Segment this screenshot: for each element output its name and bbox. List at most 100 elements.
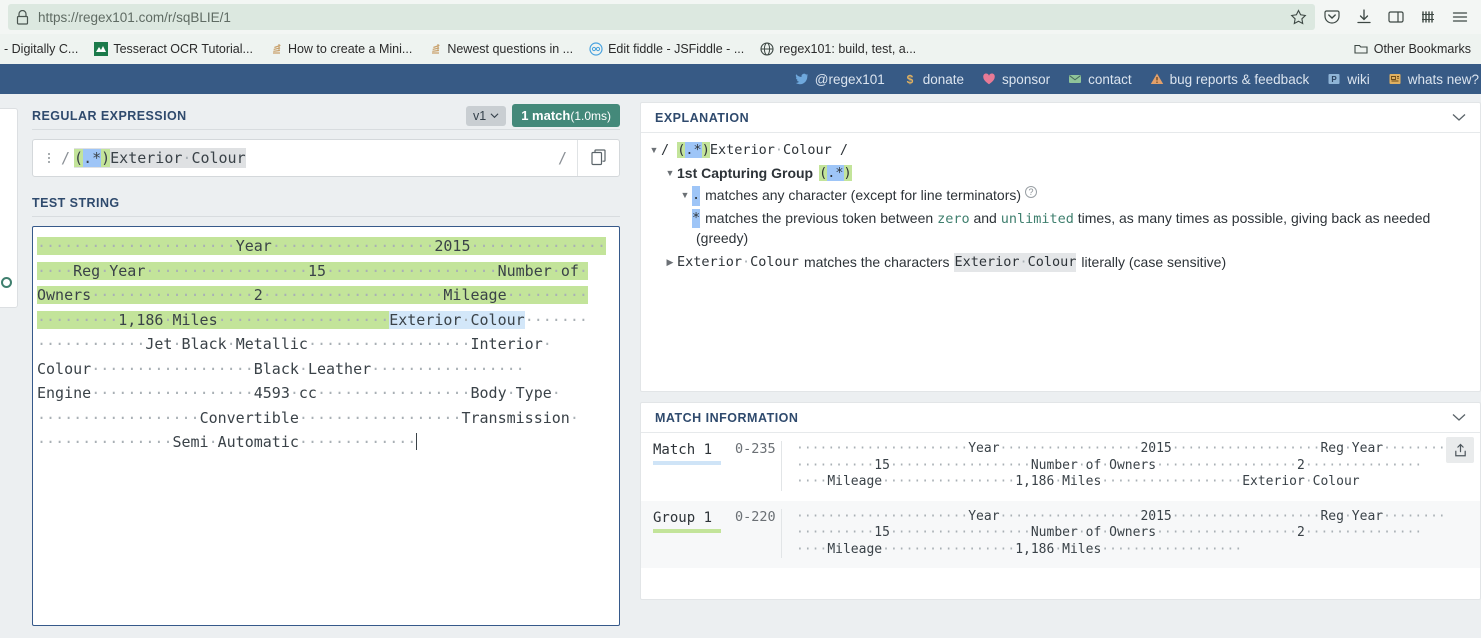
regex-open-slash: /: [61, 149, 71, 167]
bookmark-star-icon[interactable]: [1290, 8, 1307, 26]
regex-pattern[interactable]: (.*)Exterior·Colour: [74, 148, 246, 168]
test-string-line: ·········1,186·Miles···················E…: [37, 308, 615, 333]
match-information-panel: MATCH INFORMATION Match 1 0-235 ··········…: [640, 402, 1481, 600]
stackoverflow-icon: [428, 42, 442, 56]
regex-input-box[interactable]: / (.*)Exterior·Colour /: [32, 139, 620, 177]
test-string-line: ··················Convertible···········…: [37, 406, 615, 431]
match-information-header[interactable]: MATCH INFORMATION: [641, 403, 1480, 433]
left-rail: [0, 94, 20, 632]
test-string-segment: ····Reg·Year··················15········…: [37, 261, 588, 280]
explanation-panel: EXPLANATION ▼ / (.*)Exterior·Colour / ▼ …: [640, 102, 1481, 392]
nav-wiki[interactable]: P wiki: [1318, 72, 1379, 87]
export-matches-button[interactable]: [1446, 437, 1474, 463]
explanation-root-row[interactable]: ▼ / (.*)Exterior·Colour /: [647, 141, 1468, 161]
mail-icon: [1068, 72, 1082, 86]
explanation-literal-text-b: literally (case sensitive): [1081, 253, 1227, 270]
explanation-dot-text: matches any character (except for line t…: [705, 187, 1022, 203]
url-text: https://regex101.com/r/sqBLIE/1: [38, 9, 231, 25]
match-value-line: ······················Year··············…: [796, 508, 1446, 524]
explanation-literal-row[interactable]: ▶ Exterior·Colour matches the characters…: [663, 252, 1468, 272]
bookmark-item[interactable]: Edit fiddle - JSFiddle - ...: [581, 42, 752, 56]
bookmark-item[interactable]: - Digitally C...: [0, 42, 86, 56]
match-value-cell: ······················Year··············…: [781, 441, 1480, 491]
nav-label: @regex101: [814, 71, 885, 87]
warning-icon: [1150, 72, 1164, 86]
library-icon[interactable]: [1419, 8, 1437, 26]
test-string-line: Owners··················2···············…: [37, 283, 615, 308]
nav-whats-new[interactable]: whats new?: [1379, 72, 1481, 87]
downloads-icon[interactable]: [1355, 8, 1373, 26]
chevron-down-icon: [490, 113, 499, 119]
test-string-line: ···············Semi·Automatic···········…: [37, 430, 615, 455]
match-value-cell: ······················Year··············…: [781, 508, 1480, 558]
bookmarks-bar: - Digitally C... Tesseract OCR Tutorial.…: [0, 34, 1481, 64]
test-string-segment: ·······: [524, 310, 588, 329]
drag-handle-icon[interactable]: [41, 153, 57, 163]
svg-text:$: $: [906, 73, 913, 87]
bookmark-label: regex101: build, test, a...: [779, 42, 917, 56]
match-row[interactable]: Match 1 0-235 ······················Year··…: [641, 433, 1480, 501]
version-select[interactable]: v1: [465, 105, 507, 126]
match-underline: [653, 461, 721, 465]
nav-twitter[interactable]: @regex101: [786, 72, 894, 87]
test-string-segment: ···············Semi·Automatic···········…: [37, 433, 417, 451]
chevron-down-icon[interactable]: [1452, 409, 1466, 427]
other-bookmarks-folder[interactable]: Other Bookmarks: [1354, 42, 1475, 56]
nav-contact[interactable]: contact: [1059, 72, 1141, 87]
bookmark-item-regex101[interactable]: regex101: build, test, a...: [752, 42, 924, 56]
explanation-dot-row[interactable]: ▼ . matches any character (except for li…: [678, 186, 1468, 206]
triangle-down-icon[interactable]: ▼: [647, 141, 661, 160]
match-value-line: ······················Year··············…: [796, 441, 1446, 456]
test-string-line: ············Jet·Black·Metallic··········…: [37, 332, 615, 357]
test-string-line: ····Reg·Year··················15········…: [37, 259, 615, 284]
explanation-group-row[interactable]: ▼ 1st Capturing Group (.*): [663, 164, 1468, 184]
test-string-segment: Owners··················2···············…: [37, 286, 588, 304]
explanation-group-label: 1st Capturing Group: [677, 164, 814, 181]
info-column: EXPLANATION ▼ / (.*)Exterior·Colour / ▼ …: [632, 94, 1481, 632]
hamburger-menu-icon[interactable]: [1451, 8, 1469, 26]
other-bookmarks-label: Other Bookmarks: [1373, 42, 1471, 56]
match-label-cell: Match 1 0-235: [641, 441, 781, 491]
triangle-down-icon[interactable]: ▼: [678, 186, 692, 205]
match-value-line: ····Mileage·················1,186·Miles·…: [796, 474, 1360, 489]
nav-bug-reports[interactable]: bug reports & feedback: [1141, 72, 1319, 87]
explanation-star-row: ▼ * matches the previous token between z…: [678, 208, 1468, 230]
news-icon: [1388, 72, 1402, 86]
bookmark-item[interactable]: Tesseract OCR Tutorial...: [86, 42, 261, 56]
triangle-right-icon[interactable]: ▶: [663, 253, 677, 272]
heart-icon: [982, 72, 996, 86]
match-count-badge[interactable]: 1 match(1.0ms): [512, 104, 620, 127]
bookmark-label: - Digitally C...: [4, 42, 79, 56]
match-range: 0-235: [735, 441, 776, 457]
match-underline: [653, 528, 721, 533]
triangle-down-icon[interactable]: ▼: [663, 164, 677, 183]
explanation-group-pattern: (.*): [819, 164, 852, 181]
version-label: v1: [472, 108, 487, 123]
bookmark-item[interactable]: How to create a Mini...: [261, 42, 420, 56]
bookmark-item[interactable]: Newest questions in ...: [420, 42, 581, 56]
chevron-down-icon[interactable]: [1452, 109, 1466, 127]
nav-sponsor[interactable]: sponsor: [973, 72, 1059, 87]
match-row[interactable]: Group 1 0-220 ······················Year··…: [641, 500, 1480, 568]
address-bar[interactable]: https://regex101.com/r/sqBLIE/1: [8, 4, 1315, 30]
explanation-header[interactable]: EXPLANATION: [641, 103, 1480, 133]
pocket-icon[interactable]: [1323, 8, 1341, 26]
bookmark-label: Tesseract OCR Tutorial...: [113, 42, 253, 56]
browser-toolbar-icons: [1323, 8, 1473, 26]
bookmark-label: Edit fiddle - JSFiddle - ...: [608, 42, 745, 56]
match-rows: Match 1 0-235 ······················Year··…: [641, 433, 1480, 568]
match-value-line: ····Mileage·················1,186·Miles·…: [796, 541, 1243, 557]
match-time-label: (1.0ms): [570, 109, 611, 123]
nav-donate[interactable]: $ donate: [894, 72, 973, 87]
sidebar-icon[interactable]: [1387, 8, 1405, 26]
copy-regex-button[interactable]: [577, 140, 619, 176]
rail-indicator-icon[interactable]: [1, 277, 12, 288]
text-caret: [416, 433, 418, 450]
explanation-root-pattern: / (.*)Exterior·Colour /: [661, 142, 849, 158]
help-circle-icon[interactable]: ?: [1025, 186, 1038, 198]
match-name: Group 1: [653, 509, 713, 526]
export-share-icon: [1454, 443, 1466, 456]
copy-icon: [590, 149, 606, 166]
regex-section-title: REGULAR EXPRESSION: [32, 108, 187, 123]
test-string-editor[interactable]: ······················Year··············…: [32, 226, 620, 626]
